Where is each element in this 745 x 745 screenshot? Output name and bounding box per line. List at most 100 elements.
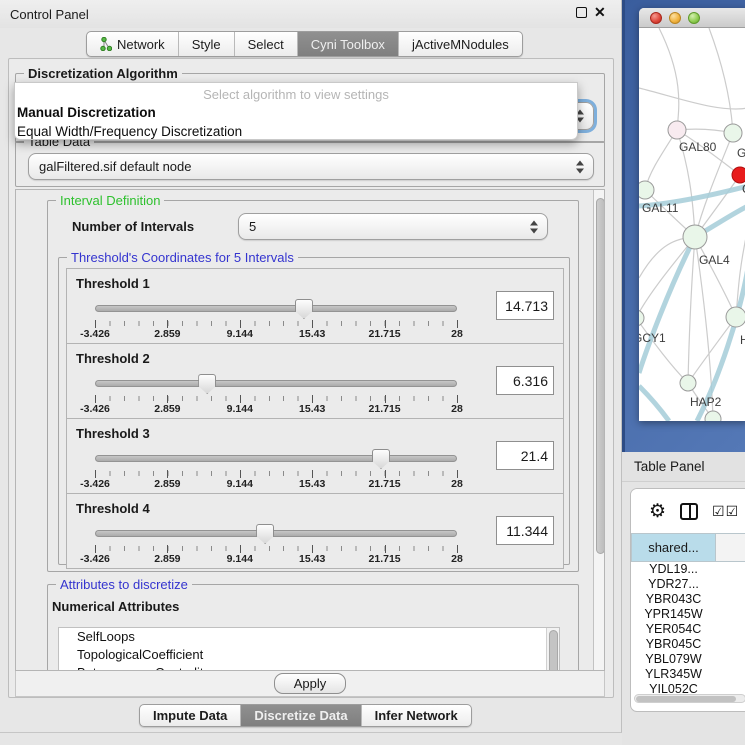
algorithm-option[interactable]: Manual Discretization [15, 103, 577, 122]
table-cell[interactable]: YBL079W [632, 652, 716, 667]
tab-network[interactable]: Network [87, 32, 179, 56]
table-cell[interactable]: YLR345W [632, 667, 716, 682]
tick-label: 28 [451, 328, 463, 340]
network-node[interactable] [680, 375, 696, 391]
table-row[interactable]: YDR27...YDR2 [632, 577, 745, 592]
tab-discretize-data[interactable]: Discretize Data [241, 705, 361, 726]
table-cell[interactable]: YPR1 [716, 607, 745, 622]
thresholds-group-label: Threshold's Coordinates for 5 Intervals [67, 250, 298, 265]
attribute-list-item[interactable]: BetweennessCentrality [59, 664, 559, 671]
float-window-icon[interactable] [576, 7, 587, 18]
mac-zoom-icon[interactable] [688, 12, 700, 24]
table-column-header[interactable]: shared... [632, 534, 716, 562]
tick-label: 2.859 [154, 553, 180, 565]
scrollbar-thumb[interactable] [596, 198, 605, 554]
table-cell[interactable]: YBR045C [632, 637, 716, 652]
tick-label: 2.859 [154, 478, 180, 490]
attribute-list-item[interactable]: TopologicalCoefficient [59, 646, 559, 664]
mac-minimize-icon[interactable] [669, 12, 681, 24]
tab-cyni-toolbox[interactable]: Cyni Toolbox [298, 32, 399, 56]
table-cell[interactable]: YBR0 [716, 637, 745, 652]
settings-vertical-scrollbar[interactable] [593, 190, 605, 670]
table-column-header[interactable]: name [716, 534, 745, 562]
network-window-titlebar[interactable] [639, 8, 745, 28]
table-row[interactable]: YDL19...YDL1 [632, 562, 745, 577]
table-data-combo-value: galFiltered.sif default node [39, 159, 191, 174]
split-columns-icon[interactable] [680, 503, 698, 520]
table-cell[interactable]: YDL19... [632, 562, 716, 577]
tick-label: -3.426 [80, 328, 110, 340]
tick-label: 21.715 [369, 328, 401, 340]
panel-footer: Apply [15, 671, 605, 697]
table-cell[interactable]: YBL0 [716, 652, 745, 667]
network-node[interactable] [639, 181, 654, 199]
table-cell[interactable]: YER054C [632, 622, 716, 637]
table-row[interactable]: YPR145WYPR1 [632, 607, 745, 622]
network-node[interactable] [639, 310, 644, 326]
tab-impute-data[interactable]: Impute Data [140, 705, 241, 726]
table-cell[interactable]: YER0 [716, 622, 745, 637]
gear-icon[interactable]: ⚙ [649, 502, 666, 521]
network-node[interactable] [705, 411, 721, 421]
tab-infer-network[interactable]: Infer Network [362, 705, 471, 726]
network-icon [100, 37, 112, 51]
tick-label: 9.144 [227, 403, 253, 415]
threshold-value-field[interactable]: 21.4 [496, 441, 554, 470]
slider-thumb[interactable] [198, 374, 216, 394]
tab-select[interactable]: Select [235, 32, 298, 56]
network-node[interactable] [683, 225, 707, 249]
close-icon[interactable]: ✕ [594, 4, 606, 21]
table-cell[interactable]: YLR3 [716, 667, 745, 682]
table-cell[interactable]: YDL1 [716, 562, 745, 577]
attributes-list-scrollbar[interactable] [546, 628, 559, 671]
network-node[interactable] [726, 307, 745, 327]
network-node-label: GA [737, 146, 745, 160]
table-row[interactable]: YBR045CYBR0 [632, 637, 745, 652]
threshold-value-field[interactable]: 6.316 [496, 366, 554, 395]
numerical-attributes-list[interactable]: SelfLoopsTopologicalCoefficientBetweenne… [58, 627, 560, 671]
spinner-arrows-icon [530, 220, 538, 233]
apply-button[interactable]: Apply [274, 673, 346, 694]
node-attribute-table[interactable]: shared...name YDL19...YDL1YDR27...YDR2YB… [631, 533, 745, 697]
tick-label: 2.859 [154, 328, 180, 340]
threshold-value-field[interactable]: 14.713 [496, 291, 554, 320]
threshold-value-field[interactable]: 11.344 [496, 516, 554, 545]
attribute-list-item[interactable]: SelfLoops [59, 628, 559, 646]
table-row[interactable]: YBR043CYBR0 [632, 592, 745, 607]
algorithm-dropdown-popup: Select algorithm to view settings Manual… [14, 82, 578, 140]
table-cell[interactable]: YBR043C [632, 592, 716, 607]
tick-label: 15.43 [299, 553, 325, 565]
network-node[interactable] [732, 167, 745, 183]
network-node-label: GAL11 [642, 201, 679, 215]
threshold-slider[interactable]: -3.4262.8599.14415.4321.71528 [95, 299, 457, 339]
table-cell[interactable]: YDR27... [632, 577, 716, 592]
slider-thumb[interactable] [256, 524, 274, 544]
threshold-slider[interactable]: -3.4262.8599.14415.4321.71528 [95, 449, 457, 489]
threshold-slider[interactable]: -3.4262.8599.14415.4321.71528 [95, 374, 457, 414]
table-cell[interactable]: YBR0 [716, 592, 745, 607]
table-data-combo[interactable]: galFiltered.sif default node [28, 153, 594, 180]
network-node[interactable] [668, 121, 686, 139]
slider-thumb[interactable] [295, 299, 313, 319]
table-row[interactable]: YBL079WYBL0 [632, 652, 745, 667]
mac-close-icon[interactable] [650, 12, 662, 24]
table-row[interactable]: YLR345WYLR3 [632, 667, 745, 682]
table-row[interactable]: YER054CYER0 [632, 622, 745, 637]
algorithm-option[interactable]: Equal Width/Frequency Discretization [15, 122, 577, 141]
threshold-label: Threshold 4 [76, 501, 150, 516]
table-cell[interactable]: YPR145W [632, 607, 716, 622]
threshold-slider[interactable]: -3.4262.8599.14415.4321.71528 [95, 524, 457, 564]
slider-thumb[interactable] [372, 449, 390, 469]
network-node[interactable] [724, 124, 742, 142]
number-of-intervals-spinner[interactable]: 5 [238, 213, 548, 240]
table-horizontal-scrollbar[interactable] [634, 694, 745, 703]
thresholds-group: Threshold's Coordinates for 5 Intervals … [58, 257, 570, 565]
tick-label: 9.144 [227, 553, 253, 565]
table-cell[interactable]: YDR2 [716, 577, 745, 592]
discretization-algorithm-label: Discretization Algorithm [24, 66, 182, 81]
tab-jactivemnodules[interactable]: jActiveMNodules [399, 32, 522, 56]
tab-style[interactable]: Style [179, 32, 235, 56]
network-canvas[interactable]: GAL80GACGAL11GAL4GCY1HHAP2 [639, 28, 745, 421]
checkbox-icons[interactable]: ☑☑ [712, 503, 739, 520]
tab-label: jActiveMNodules [412, 37, 509, 52]
